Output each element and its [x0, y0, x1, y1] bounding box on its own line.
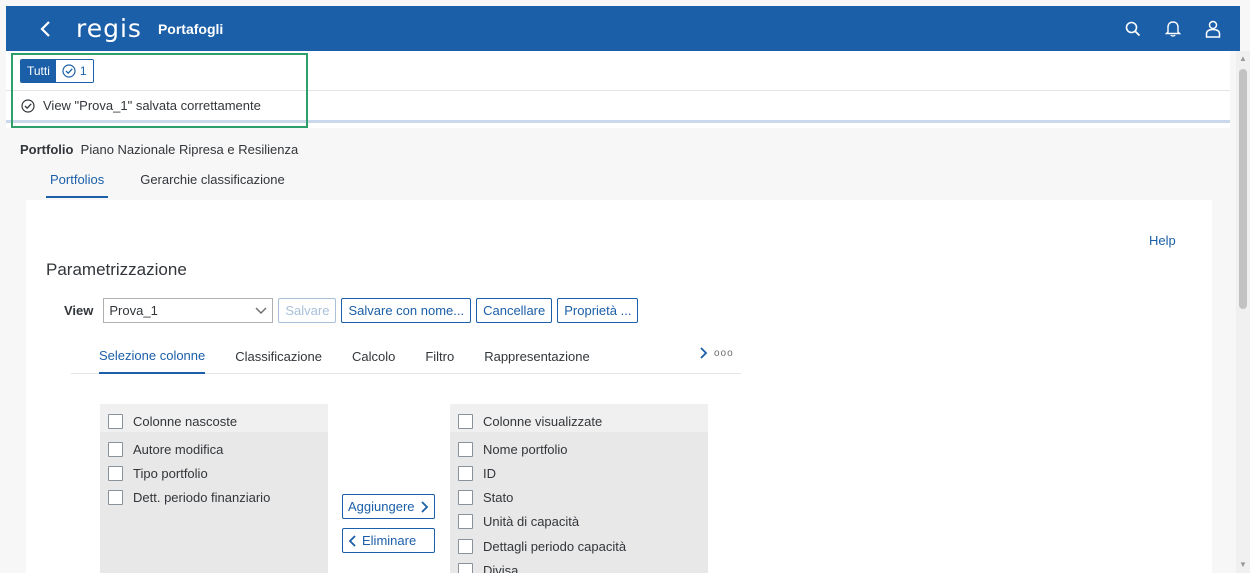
list-item[interactable]: Dett. periodo finanziario [108, 490, 270, 505]
message-item[interactable]: View "Prova_1" salvata correttamente [6, 91, 1230, 123]
message-area: Tutti 1 View "Prova_1" salvata correttam… [6, 51, 1230, 128]
tab-gerarchie-classificazione[interactable]: Gerarchie classificazione [136, 166, 289, 198]
add-column-button[interactable]: Aggiungere [342, 494, 435, 519]
object-label: Portfolio [20, 142, 74, 157]
checkbox[interactable] [458, 414, 473, 429]
checkbox[interactable] [108, 490, 123, 505]
move-buttons: Aggiungere Eliminare [342, 494, 435, 553]
chevron-right-icon [420, 500, 428, 513]
filter-success-button[interactable]: 1 [55, 59, 93, 82]
user-icon [1205, 20, 1221, 38]
object-header: Portfolio Piano Nazionale Ripresa e Resi… [6, 128, 1230, 203]
checkbox[interactable] [458, 563, 473, 573]
add-label: Aggiungere [348, 499, 415, 514]
scroll-down-icon[interactable]: ▼ [1239, 561, 1247, 569]
delete-button[interactable]: Cancellare [476, 298, 553, 323]
object-title: Portfolio Piano Nazionale Ripresa e Resi… [20, 142, 298, 157]
properties-button[interactable]: Proprietà ... [557, 298, 639, 323]
checkbox[interactable] [108, 442, 123, 457]
scroll-up-icon[interactable]: ▲ [1239, 55, 1247, 63]
scroll-thumb[interactable] [1239, 69, 1247, 309]
help-link[interactable]: Help [1149, 233, 1176, 248]
tab-selezione-colonne[interactable]: Selezione colonne [99, 340, 206, 374]
checkbox[interactable] [458, 466, 473, 481]
view-toolbar: View Prova_1 Salvare Salvare con nome...… [64, 298, 639, 323]
more-tabs-button[interactable]: ooo [699, 346, 734, 360]
list-item[interactable]: Divisa [458, 563, 518, 573]
notifications-button[interactable] [1160, 16, 1186, 42]
list-item-label: Nome portfolio [483, 442, 568, 457]
chevron-right-icon [700, 347, 708, 359]
tab-calcolo[interactable]: Calcolo [352, 341, 395, 373]
view-selected-value: Prova_1 [109, 303, 158, 318]
app-logo[interactable]: regis [76, 14, 142, 43]
success-icon [21, 98, 35, 113]
success-icon [62, 63, 76, 78]
checkbox[interactable] [108, 414, 123, 429]
list-item-label: Autore modifica [133, 442, 224, 457]
success-count: 1 [79, 63, 87, 78]
list-item-label: Divisa [483, 563, 519, 573]
checkbox[interactable] [458, 514, 473, 529]
list-item-label: ID [483, 466, 496, 481]
list-item-label: Stato [483, 490, 514, 505]
settings-tabs: Selezione colonne Classificazione Calcol… [71, 340, 741, 374]
message-text: View "Prova_1" salvata correttamente [43, 98, 261, 113]
list-header-label: Colonne visualizzate [483, 414, 603, 429]
list-item-label: Unità di capacità [483, 514, 580, 529]
tab-portfolios[interactable]: Portfolios [46, 166, 109, 198]
hidden-columns-select-all[interactable]: Colonne nascoste [108, 414, 237, 429]
search-icon [1125, 21, 1141, 36]
object-name: Piano Nazionale Ripresa e Resilienza [80, 142, 299, 157]
tab-classificazione[interactable]: Classificazione [235, 341, 322, 373]
remove-label: Eliminare [362, 533, 417, 548]
list-item[interactable]: ID [458, 466, 496, 481]
list-header-label: Colonne nascoste [133, 414, 238, 429]
message-filter-bar: Tutti 1 [6, 51, 1230, 91]
checkbox[interactable] [458, 490, 473, 505]
chevron-down-icon [250, 307, 272, 315]
checkbox[interactable] [458, 539, 473, 554]
shell-bar: regis Portafogli [6, 6, 1240, 51]
view-select[interactable]: Prova_1 [103, 298, 274, 323]
list-item-label: Tipo portfolio [133, 466, 208, 481]
list-item[interactable]: Tipo portfolio [108, 466, 208, 481]
shell-actions [1120, 16, 1226, 42]
save-as-button[interactable]: Salvare con nome... [341, 298, 472, 323]
hidden-columns-list: Colonne nascoste Autore modifica Tipo po… [100, 404, 328, 573]
visible-columns-list: Colonne visualizzate Nome portfolio ID S… [450, 404, 708, 573]
message-filter: Tutti 1 [20, 58, 94, 83]
list-item[interactable]: Unità di capacità [458, 514, 579, 529]
checkbox[interactable] [108, 466, 123, 481]
search-button[interactable] [1120, 16, 1146, 42]
content-panel: Help Parametrizzazione View Prova_1 Salv… [26, 200, 1212, 573]
save-button[interactable]: Salvare [278, 298, 337, 323]
object-tabs: Portfolios Gerarchie classificazione [46, 166, 289, 198]
visible-columns-select-all[interactable]: Colonne visualizzate [458, 414, 602, 429]
list-item[interactable]: Stato [458, 490, 513, 505]
filter-all-button[interactable]: Tutti [21, 59, 56, 82]
list-item[interactable]: Autore modifica [108, 442, 223, 457]
list-item[interactable]: Nome portfolio [458, 442, 568, 457]
back-button[interactable] [26, 6, 66, 51]
section-title: Parametrizzazione [46, 260, 187, 279]
view-label: View [64, 303, 94, 318]
list-item-label: Dett. periodo finanziario [133, 490, 271, 505]
chevron-left-icon [40, 20, 50, 37]
page-scrollbar[interactable]: ▲ ▼ [1236, 51, 1250, 573]
user-button[interactable] [1200, 16, 1226, 42]
list-item[interactable]: Dettagli periodo capacità [458, 539, 626, 554]
chevron-left-icon [348, 534, 356, 547]
bell-icon [1165, 21, 1181, 37]
checkbox[interactable] [458, 442, 473, 457]
overflow-dots: ooo [714, 347, 734, 359]
tab-filtro[interactable]: Filtro [425, 341, 454, 373]
list-item-label: Dettagli periodo capacità [483, 539, 627, 554]
app-title: Portafogli [157, 20, 224, 37]
remove-column-button[interactable]: Eliminare [342, 528, 435, 553]
tab-rappresentazione[interactable]: Rappresentazione [484, 341, 590, 373]
